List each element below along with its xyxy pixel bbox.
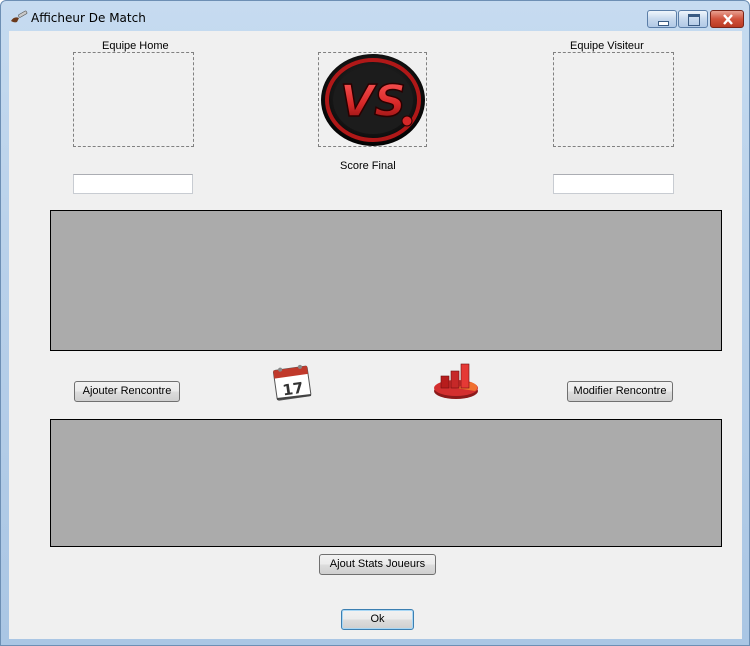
home-team-picture[interactable] [73,52,194,147]
edit-match-button[interactable]: Modifier Rencontre [567,381,673,402]
add-player-stats-button[interactable]: Ajout Stats Joueurs [319,554,436,575]
visitor-team-label: Equipe Visiteur [570,40,644,52]
home-team-label: Equipe Home [102,40,169,52]
minimize-button[interactable] [647,10,677,28]
chart-icon[interactable] [431,362,481,402]
vs-logo-text: VS [340,76,406,127]
close-icon [723,14,733,25]
visitor-score-input[interactable] [553,174,674,194]
visitor-team-picture[interactable] [553,52,674,147]
add-match-button[interactable]: Ajouter Rencontre [74,381,180,402]
window-title: Afficheur De Match [31,11,146,25]
calendar-icon[interactable]: 17 [271,362,315,402]
vs-logo-icon: VS [321,54,425,146]
home-score-input[interactable] [73,174,193,194]
matches-data-grid[interactable] [50,210,722,351]
brush-icon [10,10,28,24]
score-final-label: Score Final [340,160,396,172]
title-bar[interactable]: Afficheur De Match [1,1,749,31]
player-stats-data-grid[interactable] [50,419,722,547]
ok-button[interactable]: Ok [341,609,414,630]
vs-logo-picture: VS [318,52,427,147]
application-window: Afficheur De Match Equipe Home VS Score … [0,0,750,646]
close-button[interactable] [710,10,744,28]
form-client-area: Equipe Home VS Score Final Equipe Visite… [9,31,742,639]
maximize-button[interactable] [678,10,708,28]
